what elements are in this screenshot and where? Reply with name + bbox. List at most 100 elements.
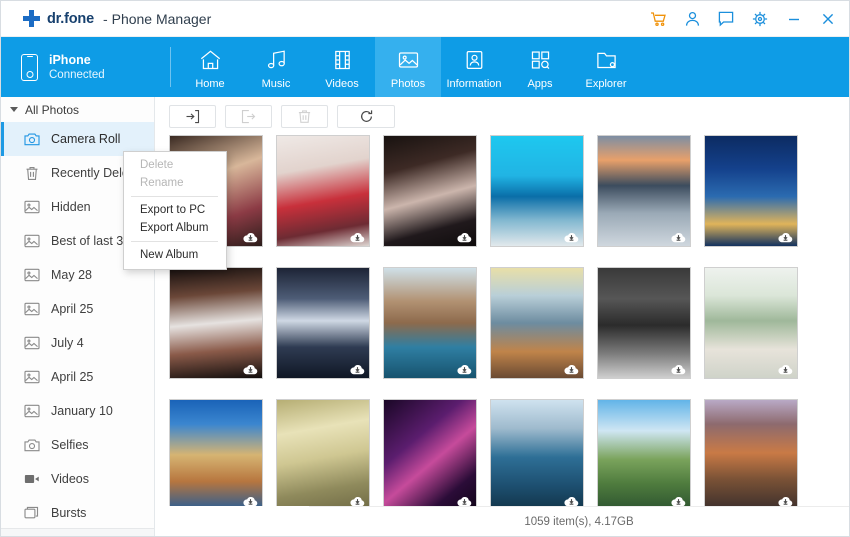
cloud-download-icon bbox=[564, 494, 579, 506]
photo-icon bbox=[23, 234, 40, 249]
cloud-download-icon bbox=[243, 230, 258, 243]
cloud-download-icon bbox=[671, 494, 686, 506]
photo-thumbnail[interactable] bbox=[383, 267, 477, 379]
nav-item-videos[interactable]: Videos bbox=[309, 37, 375, 97]
account-icon[interactable] bbox=[683, 10, 701, 28]
music-note-icon bbox=[265, 48, 288, 72]
photo-thumbnail[interactable] bbox=[597, 267, 691, 379]
context-menu-item-delete[interactable]: Delete bbox=[124, 156, 226, 174]
photo-thumbnail[interactable] bbox=[383, 399, 477, 506]
device-status: Connected bbox=[49, 69, 105, 81]
sidebar-header-all-photos[interactable]: All Photos bbox=[1, 97, 154, 122]
nav-item-home[interactable]: Home bbox=[177, 37, 243, 97]
context-menu-item-export-to-pc[interactable]: Export to PC bbox=[124, 201, 226, 219]
photo-thumbnail[interactable] bbox=[276, 135, 370, 247]
prague-charles-bridge bbox=[170, 400, 262, 506]
photo-icon bbox=[23, 302, 40, 317]
film-strip-icon bbox=[331, 48, 354, 72]
sidebar-item-january-10[interactable]: January 10 bbox=[1, 394, 154, 428]
import-button[interactable] bbox=[169, 104, 216, 128]
device-name: iPhone bbox=[49, 53, 91, 67]
photo-thumbnail[interactable] bbox=[169, 399, 263, 506]
sidebar-item-bursts[interactable]: Bursts bbox=[1, 496, 154, 530]
feedback-icon[interactable] bbox=[717, 10, 735, 28]
photo-thumbnail[interactable] bbox=[383, 135, 477, 247]
cloud-download-icon bbox=[671, 362, 686, 375]
sidebar-item-label: Best of last 3 bbox=[51, 234, 124, 248]
photo-thumbnail[interactable] bbox=[169, 267, 263, 379]
apps-grid-icon bbox=[529, 48, 552, 72]
nav-label: Explorer bbox=[585, 77, 627, 90]
sidebar-header-label: All Photos bbox=[25, 102, 80, 117]
lamp-and-flowers-still-life bbox=[277, 400, 369, 506]
sidebar-item-july-4[interactable]: July 4 bbox=[1, 326, 154, 360]
photo-thumbnail[interactable] bbox=[597, 135, 691, 247]
nav-label: Photos bbox=[390, 77, 426, 90]
close-icon[interactable] bbox=[819, 10, 837, 28]
window-controls bbox=[649, 1, 837, 37]
context-menu-item-export-album[interactable]: Export Album bbox=[124, 219, 226, 237]
sidebar-item-april-25-b[interactable]: April 25 bbox=[1, 360, 154, 394]
connected-device[interactable]: iPhone Connected bbox=[1, 37, 171, 97]
photo-thumbnail[interactable] bbox=[704, 399, 798, 506]
photo-icon bbox=[23, 268, 40, 283]
minimize-icon[interactable] bbox=[785, 10, 803, 28]
sidebar-item-label: Bursts bbox=[51, 506, 87, 520]
photo-thumbnail[interactable] bbox=[597, 399, 691, 506]
nav-item-music[interactable]: Music bbox=[243, 37, 309, 97]
photo-thumbnail[interactable] bbox=[490, 267, 584, 379]
cloud-download-icon bbox=[350, 494, 365, 506]
fjord-snow-mountains bbox=[491, 400, 583, 506]
cloud-download-icon bbox=[778, 362, 793, 375]
export-button[interactable] bbox=[225, 104, 272, 128]
chevron-down-icon bbox=[10, 107, 18, 112]
sidebar-item-label: April 25 bbox=[51, 302, 94, 316]
photo-thumbnail[interactable] bbox=[704, 135, 798, 247]
drfone-logo-icon bbox=[23, 10, 40, 27]
import-arrow-icon bbox=[186, 109, 200, 123]
sidebar-item-label: Camera Roll bbox=[51, 132, 121, 146]
sidebar-item-label: Videos bbox=[51, 472, 89, 486]
nav-item-photos[interactable]: Photos bbox=[375, 37, 441, 97]
context-menu-item-new-album[interactable]: New Album bbox=[124, 246, 226, 264]
photo-icon bbox=[23, 336, 40, 351]
cart-icon[interactable] bbox=[649, 10, 667, 28]
nav-label: Apps bbox=[527, 77, 553, 90]
sidebar-item-label: May 28 bbox=[51, 268, 92, 282]
delete-button[interactable] bbox=[281, 104, 328, 128]
nav-item-apps[interactable]: Apps bbox=[507, 37, 573, 97]
settings-gear-icon[interactable] bbox=[751, 10, 769, 28]
photo-thumbnail[interactable] bbox=[490, 135, 584, 247]
sidebar-item-selfies[interactable]: Selfies bbox=[1, 428, 154, 462]
nav-item-information[interactable]: Information bbox=[441, 37, 507, 97]
trash-icon bbox=[23, 166, 40, 181]
context-menu-item-rename[interactable]: Rename bbox=[124, 174, 226, 192]
trash-icon bbox=[298, 109, 311, 123]
cloud-download-icon bbox=[671, 230, 686, 243]
main-nav-bar: iPhone Connected Home Music Videos Photo… bbox=[1, 37, 849, 97]
nav-items: Home Music Videos Photos Information App… bbox=[177, 37, 639, 97]
photo-thumbnail[interactable] bbox=[276, 267, 370, 379]
refresh-button[interactable] bbox=[337, 104, 395, 128]
photo-grid-scroll[interactable] bbox=[155, 135, 849, 506]
sidebar-item-label: January 10 bbox=[51, 404, 113, 418]
cloud-download-icon bbox=[564, 230, 579, 243]
nav-item-explorer[interactable]: Explorer bbox=[573, 37, 639, 97]
content-area: 1059 item(s), 4.17GB bbox=[155, 97, 849, 536]
photo-thumbnail[interactable] bbox=[276, 399, 370, 506]
coastal-road-cliffs bbox=[705, 400, 797, 506]
photo-thumbnail[interactable] bbox=[704, 267, 798, 379]
context-menu-label: New Album bbox=[140, 249, 199, 261]
camera-icon bbox=[23, 438, 40, 453]
photo-icon bbox=[23, 370, 40, 385]
sidebar-item-videos[interactable]: Videos bbox=[1, 462, 154, 496]
item-count-status: 1059 item(s), 4.17GB bbox=[524, 515, 634, 528]
nav-label: Home bbox=[195, 77, 225, 90]
cloud-download-icon bbox=[350, 362, 365, 375]
refresh-icon bbox=[360, 109, 372, 122]
page-title: Phone Manager bbox=[111, 10, 212, 27]
photo-thumbnail[interactable] bbox=[490, 399, 584, 506]
camera-icon bbox=[23, 132, 40, 147]
status-bar: 1059 item(s), 4.17GB bbox=[309, 506, 849, 536]
sidebar-item-april-25-a[interactable]: April 25 bbox=[1, 292, 154, 326]
